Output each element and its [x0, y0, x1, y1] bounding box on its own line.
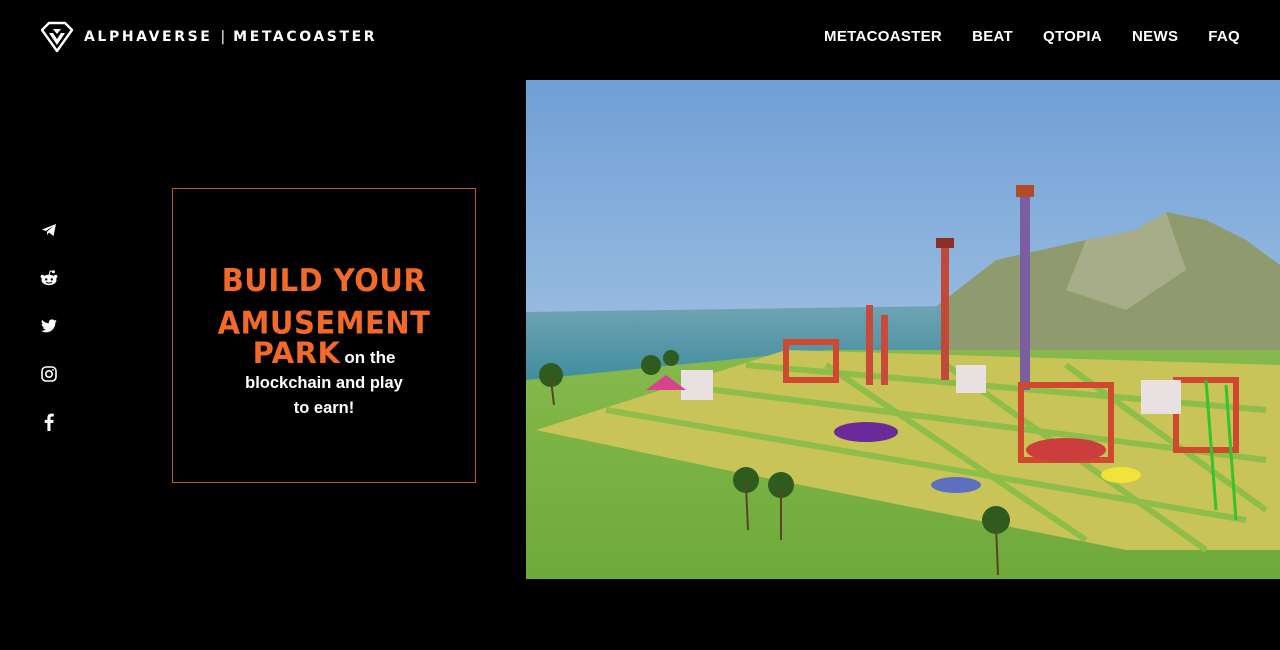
subtitle-line-3: to earn! [293, 399, 355, 417]
subtitle-line-2: blockchain and play [245, 374, 403, 392]
amusement-park-render-image [526, 80, 1280, 579]
diamond-logo-icon [40, 21, 74, 53]
instagram-icon[interactable] [39, 364, 59, 384]
nav-link-qtopia[interactable]: QTOPIA [1043, 28, 1102, 45]
main-nav: METACOASTER BEAT QTOPIA NEWS FAQ [824, 28, 1240, 45]
nav-link-news[interactable]: NEWS [1132, 28, 1178, 45]
nav-link-metacoaster[interactable]: METACOASTER [824, 28, 942, 45]
park-scene-illustration [526, 80, 1280, 579]
nav-link-beat[interactable]: BEAT [972, 28, 1013, 45]
hero-subtitle: PARK on the blockchain and play to earn! [173, 339, 475, 421]
brand-link[interactable]: ALPHAVERSE | METACOASTER [40, 20, 377, 54]
headline-line-1: BUILD YOUR [221, 262, 427, 299]
twitter-icon[interactable] [39, 316, 59, 336]
brand-name: ALPHAVERSE [84, 29, 213, 45]
hero-headline: BUILD YOUR AMUSEMENT [173, 260, 475, 344]
hero-callout-box: BUILD YOUR AMUSEMENT PARK on the blockcha… [172, 188, 476, 483]
social-links [38, 220, 60, 432]
brand-product: METACOASTER [233, 29, 378, 45]
brand-separator: | [220, 29, 226, 45]
brand-wordmark: ALPHAVERSE | METACOASTER [84, 29, 377, 45]
subtitle-line-1: on the [344, 348, 396, 367]
park-line: PARK on the [253, 339, 396, 368]
telegram-icon[interactable] [39, 220, 59, 240]
facebook-icon[interactable] [39, 412, 59, 432]
top-bar: ALPHAVERSE | METACOASTER METACOASTER BEAT … [0, 0, 1280, 76]
nav-link-faq[interactable]: FAQ [1208, 28, 1240, 45]
headline-park: PARK [252, 336, 341, 370]
reddit-icon[interactable] [39, 268, 59, 288]
